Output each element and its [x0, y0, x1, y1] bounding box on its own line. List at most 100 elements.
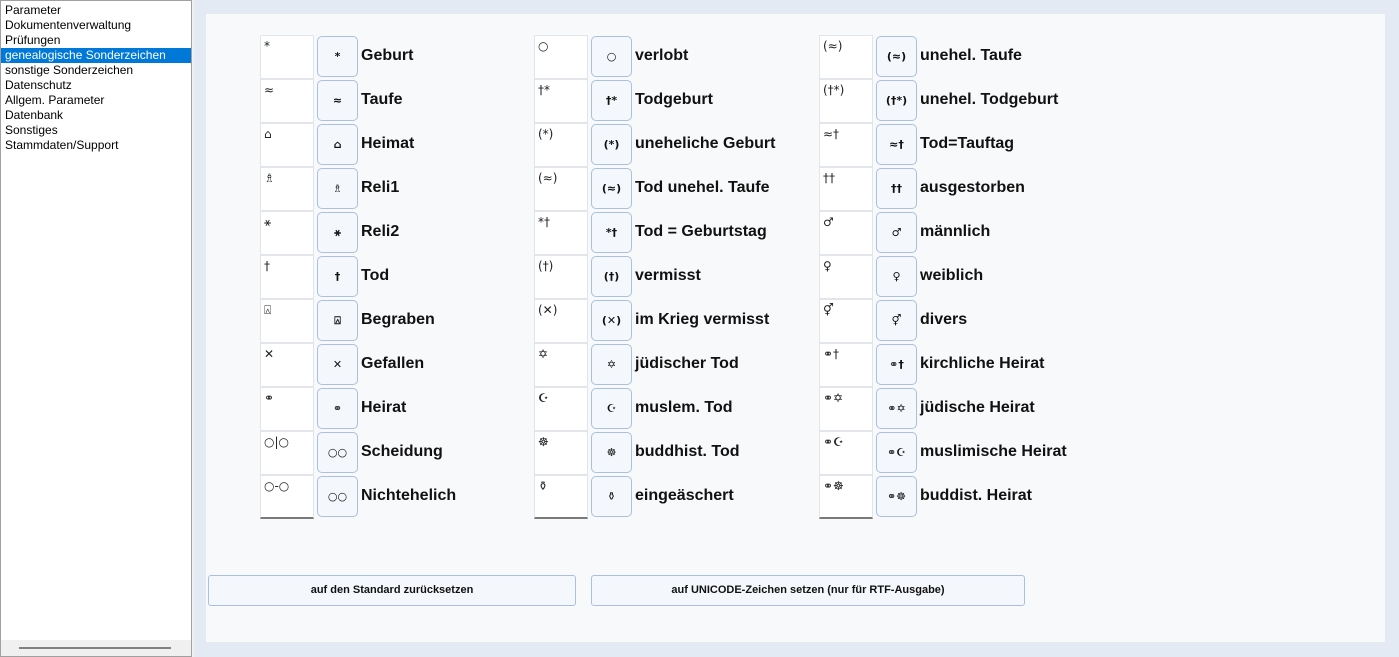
symbol-input[interactable]: ≈† — [819, 123, 873, 167]
symbol-input[interactable]: ⚱ — [534, 475, 588, 519]
symbol-label: vermisst — [635, 267, 701, 284]
symbol-input[interactable]: ○ — [534, 35, 588, 79]
symbol-picker-button[interactable]: *† — [591, 212, 632, 253]
symbol-input[interactable]: ⚥ — [819, 299, 873, 343]
symbol-label: eingeäschert — [635, 487, 734, 504]
symbol-label: verlobt — [635, 47, 689, 64]
symbol-picker-button[interactable]: †* — [591, 80, 632, 121]
nav-list: Parameter Dokumentenverwaltung Prüfungen ge… — [1, 1, 191, 153]
symbol-picker-button[interactable]: †† — [876, 168, 917, 209]
symbol-picker-button[interactable]: ♂ — [876, 212, 917, 253]
symbol-picker-button[interactable]: (≈) — [591, 168, 632, 209]
symbol-input[interactable]: ⚭† — [819, 343, 873, 387]
symbol-picker-button[interactable]: ○○ — [317, 476, 358, 517]
symbol-picker-button[interactable]: ⚭☪ — [876, 432, 917, 473]
sidebar-item[interactable]: Datenbank — [1, 108, 191, 123]
symbol-input[interactable]: (≈) — [534, 167, 588, 211]
horizontal-scrollbar[interactable] — [1, 640, 191, 656]
symbol-label: Heirat — [361, 399, 407, 416]
symbol-input[interactable]: ♂ — [819, 211, 873, 255]
symbol-input[interactable]: ○|○ — [260, 431, 314, 475]
symbol-input[interactable]: (✕) — [534, 299, 588, 343]
symbol-picker-button[interactable]: ⌂ — [317, 124, 358, 165]
symbol-label: jüdische Heirat — [920, 399, 1035, 416]
symbol-label: divers — [920, 311, 968, 328]
symbol-label: Tod unehel. Taufe — [635, 179, 770, 196]
symbol-input[interactable]: ⍓ — [260, 299, 314, 343]
symbol-label: Geburt — [361, 47, 414, 64]
sidebar-item[interactable]: Datenschutz — [1, 78, 191, 93]
symbol-picker-button[interactable]: (*) — [591, 124, 632, 165]
symbol-label: Todgeburt — [635, 91, 713, 108]
symbol-label: jüdischer Tod — [635, 355, 739, 372]
symbol-label: muslem. Tod — [635, 399, 733, 416]
set-unicode-button[interactable]: auf UNICODE-Zeichen setzen (nur für RTF-… — [591, 575, 1025, 606]
symbol-picker-button[interactable]: ⚭ — [317, 388, 358, 429]
symbol-label: Gefallen — [361, 355, 425, 372]
symbol-input[interactable]: *† — [534, 211, 588, 255]
symbol-input[interactable]: (†) — [534, 255, 588, 299]
sidebar: Parameter Dokumentenverwaltung Prüfungen ge… — [0, 0, 192, 657]
symbol-input[interactable]: (≈) — [819, 35, 873, 79]
reset-to-standard-button[interactable]: auf den Standard zurücksetzen — [208, 575, 576, 606]
symbol-picker-button[interactable]: ☪ — [591, 388, 632, 429]
sidebar-item[interactable]: Dokumentenverwaltung — [1, 18, 191, 33]
symbol-picker-button[interactable]: ⍓ — [317, 300, 358, 341]
symbol-picker-button[interactable]: ⚭† — [876, 344, 917, 385]
symbol-picker-button[interactable]: ⚭☸ — [876, 476, 917, 517]
symbol-input[interactable]: * — [260, 35, 314, 79]
symbol-picker-button[interactable]: ≈ — [317, 80, 358, 121]
symbol-picker-button[interactable]: ⚱ — [591, 476, 632, 517]
symbol-input[interactable]: ≈ — [260, 79, 314, 123]
symbol-picker-button[interactable]: ○○ — [317, 432, 358, 473]
symbol-picker-button[interactable]: ☸ — [591, 432, 632, 473]
symbol-input[interactable]: ✕ — [260, 343, 314, 387]
sidebar-item[interactable]: Parameter — [1, 3, 191, 18]
symbol-picker-button[interactable]: ⚭✡ — [876, 388, 917, 429]
symbol-picker-button[interactable]: ⚥ — [876, 300, 917, 341]
sidebar-item[interactable]: Allgem. Parameter — [1, 93, 191, 108]
symbol-label: buddhist. Tod — [635, 443, 740, 460]
symbol-input[interactable]: ⌂ — [260, 123, 314, 167]
special-characters-panel: * * Geburt ≈ ≈ Taufe ⌂ ⌂ Heimat ♗ ♗ Reli1 ⚹ ⚹ Reli2 † † T… — [206, 14, 1385, 642]
symbol-input[interactable]: ⚹ — [260, 211, 314, 255]
symbol-input[interactable]: ♗ — [260, 167, 314, 211]
symbol-input[interactable]: (†*) — [819, 79, 873, 123]
symbol-picker-button[interactable]: * — [317, 36, 358, 77]
symbol-picker-button[interactable]: ♀ — [876, 256, 917, 297]
symbol-input[interactable]: ☸ — [534, 431, 588, 475]
symbol-input[interactable]: †† — [819, 167, 873, 211]
symbol-picker-button[interactable]: ⚹ — [317, 212, 358, 253]
symbol-input[interactable]: ⚭☪ — [819, 431, 873, 475]
symbol-picker-button[interactable]: ≈† — [876, 124, 917, 165]
symbol-input[interactable]: (*) — [534, 123, 588, 167]
symbol-picker-button[interactable]: ✡ — [591, 344, 632, 385]
symbol-picker-button[interactable]: ○ — [591, 36, 632, 77]
symbol-label: unehel. Todgeburt — [920, 91, 1059, 108]
symbol-input[interactable]: ○-○ — [260, 475, 314, 519]
sidebar-item[interactable]: Stammdaten/Support — [1, 138, 191, 153]
symbol-input[interactable]: ⚭ — [260, 387, 314, 431]
sidebar-item[interactable]: Prüfungen — [1, 33, 191, 48]
sidebar-item[interactable]: Sonstiges — [1, 123, 191, 138]
symbol-label: Tod = Geburtstag — [635, 223, 767, 240]
symbol-input[interactable]: ♀ — [819, 255, 873, 299]
symbol-picker-button[interactable]: ✕ — [317, 344, 358, 385]
symbol-input[interactable]: ⚭☸ — [819, 475, 873, 519]
symbol-input[interactable]: ✡ — [534, 343, 588, 387]
symbol-picker-button[interactable]: (≈) — [876, 36, 917, 77]
symbol-picker-button[interactable]: (✕) — [591, 300, 632, 341]
symbol-picker-button[interactable]: (†) — [591, 256, 632, 297]
sidebar-item[interactable]: sonstige Sonderzeichen — [1, 63, 191, 78]
symbol-picker-button[interactable]: ♗ — [317, 168, 358, 209]
symbol-label: männlich — [920, 223, 991, 240]
scrollbar-thumb[interactable] — [19, 647, 171, 649]
symbol-picker-button[interactable]: † — [317, 256, 358, 297]
sidebar-item[interactable]: genealogische Sonderzeichen — [1, 48, 191, 63]
symbol-input[interactable]: † — [260, 255, 314, 299]
symbol-label: muslimische Heirat — [920, 443, 1067, 460]
symbol-input[interactable]: ⚭✡ — [819, 387, 873, 431]
symbol-picker-button[interactable]: (†*) — [876, 80, 917, 121]
symbol-input[interactable]: †* — [534, 79, 588, 123]
symbol-input[interactable]: ☪ — [534, 387, 588, 431]
